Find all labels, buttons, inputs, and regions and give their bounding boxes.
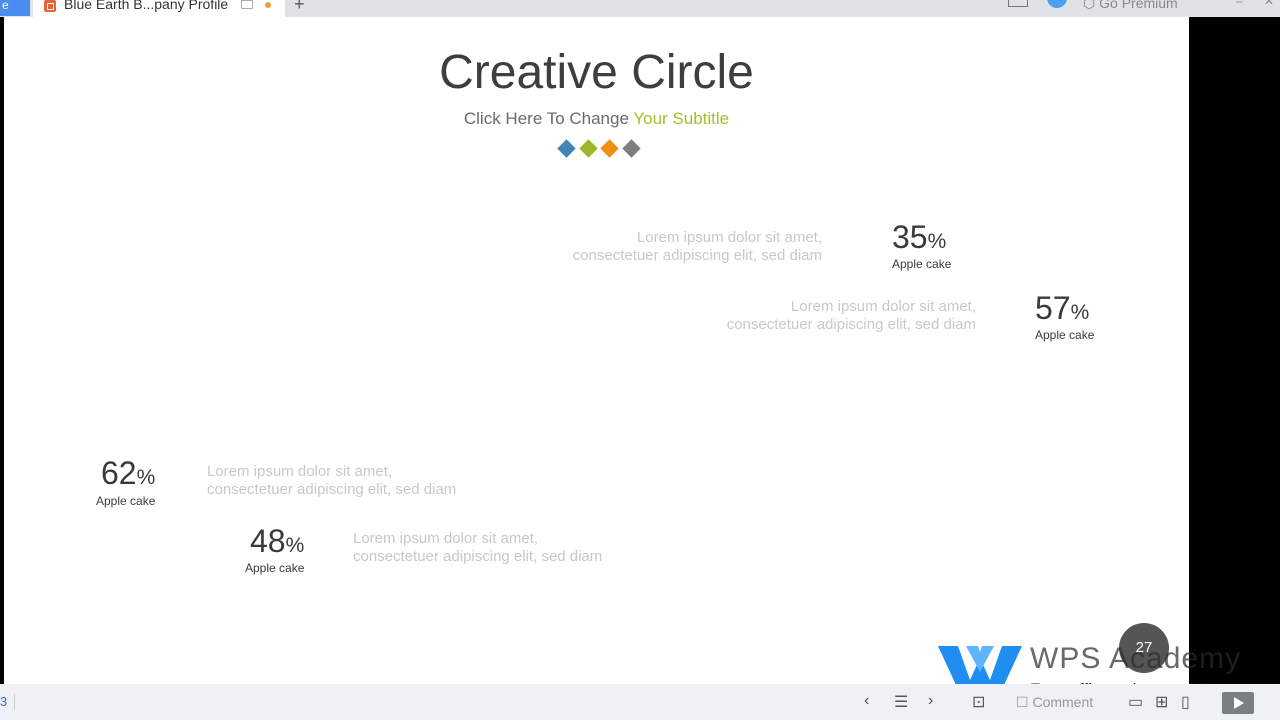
diamond-divider (557, 139, 647, 159)
watermark-title: WPS Academy (1030, 642, 1242, 675)
stat-value[interactable]: 35% (892, 219, 946, 256)
stat-label[interactable]: Apple cake (245, 561, 304, 575)
screen-icon[interactable] (241, 0, 253, 9)
grid-view-icon[interactable]: ⊞ (1155, 692, 1168, 712)
stat-unit: % (927, 230, 947, 253)
next-slide-icon[interactable]: › (928, 692, 933, 710)
go-premium-label: Go Premium (1099, 0, 1178, 11)
window-layout-icon[interactable] (1008, 0, 1028, 7)
diamond-orange-icon (600, 139, 619, 158)
previous-slide-icon[interactable]: ‹ (864, 692, 869, 710)
stat-number: 62 (101, 455, 137, 491)
stat-description-line: Lorem ipsum dolor sit amet, (353, 530, 539, 547)
subtitle-highlight: Your Subtitle (633, 109, 730, 128)
slide-list-icon[interactable]: ☰ (894, 692, 908, 712)
tab-active-document[interactable]: Blue Earth B...pany Profile (33, 0, 285, 17)
stat-description-line: consectetuer adipiscing elit, sed diam (726, 316, 976, 333)
stat-description-line: consectetuer adipiscing elit, sed diam (353, 548, 603, 565)
divider (14, 694, 15, 710)
stat-value[interactable]: 62% (101, 455, 155, 492)
fit-slide-icon[interactable]: ⊡ (972, 692, 985, 712)
diamond-green-icon (579, 139, 598, 158)
avatar[interactable] (1047, 0, 1067, 8)
reading-view-icon[interactable]: ▯ (1181, 692, 1190, 712)
go-premium-button[interactable]: ⬡ Go Premium (1083, 0, 1178, 12)
stat-unit: % (1070, 301, 1090, 324)
slide-canvas[interactable]: Creative Circle Click Here To Change You… (4, 17, 1189, 684)
stat-number: 35 (892, 219, 928, 255)
comment-button[interactable]: ☐ Comment (1016, 694, 1093, 711)
stat-description-line: Lorem ipsum dolor sit amet, (207, 463, 393, 480)
tab-previous-label: e (2, 0, 9, 12)
stat-description-line: Lorem ipsum dolor sit amet, (636, 229, 822, 246)
tab-previous[interactable]: e (0, 0, 30, 16)
page-indicator[interactable]: 3 (0, 694, 7, 709)
diamond-gray-icon (622, 139, 641, 158)
stat-unit: % (285, 534, 305, 557)
stat-description-line: consectetuer adipiscing elit, sed diam (207, 481, 457, 498)
normal-view-icon[interactable]: ▭ (1128, 692, 1143, 712)
stat-value[interactable]: 48% (250, 523, 304, 560)
stat-value[interactable]: 57% (1035, 290, 1089, 327)
diamond-blue-icon (557, 139, 576, 158)
stat-description-line: consectetuer adipiscing elit, sed diam (572, 247, 822, 264)
stat-number: 48 (250, 523, 286, 559)
presentation-file-icon (44, 0, 56, 12)
new-tab-button[interactable]: + (294, 0, 305, 15)
status-bar: 3 ‹ ☰ › ⊡ ☐ Comment ▭ ⊞ ▯ (0, 684, 1280, 720)
stat-description[interactable]: Lorem ipsum dolor sit amet, consectetuer… (718, 298, 976, 334)
tab-title: Blue Earth B...pany Profile (64, 0, 229, 12)
slide-title[interactable]: Creative Circle (4, 45, 1189, 100)
comment-label: Comment (1032, 694, 1094, 710)
stat-label[interactable]: Apple cake (1035, 328, 1094, 342)
stat-number: 57 (1035, 290, 1071, 326)
stat-description-line: Lorem ipsum dolor sit amet, (790, 298, 976, 315)
play-slideshow-button[interactable] (1222, 692, 1254, 714)
stat-description[interactable]: Lorem ipsum dolor sit amet, consectetuer… (564, 229, 822, 265)
stat-description[interactable]: Lorem ipsum dolor sit amet, consectetuer… (353, 530, 602, 566)
stat-label[interactable]: Apple cake (892, 257, 951, 271)
minimize-button[interactable]: – (1236, 0, 1243, 8)
stat-label[interactable]: Apple cake (96, 494, 155, 508)
unsaved-dot-icon (265, 2, 271, 8)
slide-subtitle[interactable]: Click Here To Change Your Subtitle (4, 109, 1189, 129)
tab-bar: e Blue Earth B...pany Profile + ⬡ Go Pre… (0, 0, 1280, 17)
subtitle-prefix: Click Here To Change (463, 109, 634, 128)
stat-unit: % (136, 466, 156, 489)
close-button[interactable]: ✕ (1264, 0, 1274, 8)
stat-description[interactable]: Lorem ipsum dolor sit amet, consectetuer… (207, 463, 456, 499)
